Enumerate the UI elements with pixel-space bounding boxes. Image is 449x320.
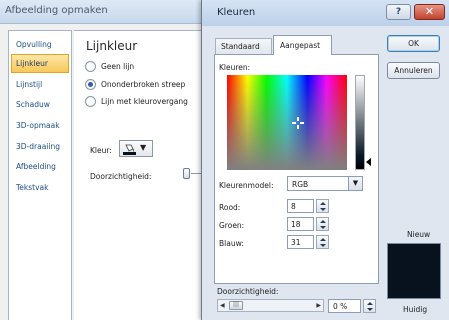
category-nav: Opvulling Lijnkleur Lijnstijl Schaduw 3D… [8, 30, 72, 320]
down-arrow-icon[interactable] [320, 208, 326, 211]
nav-item-tekstvak[interactable]: Tekstvak [11, 178, 69, 197]
down-arrow-icon[interactable] [320, 226, 326, 229]
nav-item-lijnkleur[interactable]: Lijnkleur [11, 54, 69, 73]
radio-geen-lijn-label[interactable]: Geen lijn [101, 62, 134, 71]
transparency-label: Doorzichtigheid: [90, 172, 152, 181]
radio-lijn-met-kleurovergang[interactable] [85, 96, 96, 107]
transparency-input[interactable]: 0 % [328, 299, 361, 313]
crosshair-icon [292, 117, 304, 129]
grip-icon: ||| [233, 301, 240, 308]
scroll-left-icon[interactable]: ◀ [220, 302, 225, 309]
luminance-slider[interactable] [355, 75, 365, 170]
nav-item-opvulling[interactable]: Opvulling [11, 35, 69, 54]
close-button[interactable]: ✕ [414, 4, 445, 20]
nav-item-lijnstijl[interactable]: Lijnstijl [11, 75, 69, 94]
slider-thumb[interactable]: ||| [229, 301, 243, 310]
down-arrow-icon[interactable] [320, 244, 326, 247]
help-button[interactable]: ? [386, 4, 411, 20]
up-arrow-icon[interactable] [367, 302, 373, 305]
nav-item-3d-opmaak[interactable]: 3D-opmaak [11, 116, 69, 135]
format-picture-title-bar: Afbeelding opmaken [0, 0, 215, 24]
blue-stepper[interactable] [316, 235, 329, 249]
green-label: Groen: [219, 221, 245, 230]
luminance-pointer-icon[interactable] [366, 158, 371, 166]
color-preview-swatch [387, 243, 441, 299]
nav-item-3d-draaiing[interactable]: 3D-draaiing [11, 137, 69, 156]
up-arrow-icon[interactable] [320, 202, 326, 205]
colors-title: Kleuren [217, 7, 256, 18]
nav-item-schaduw[interactable]: Schaduw [11, 95, 69, 114]
chevron-down-icon: ▼ [140, 143, 147, 152]
panel-heading: Lijnkleur [86, 39, 138, 53]
transparency-slider[interactable]: ◀ ||| ▶ [217, 299, 324, 312]
transparency-slider-thumb[interactable] [183, 168, 190, 179]
paint-bucket-icon [123, 144, 136, 155]
up-arrow-icon[interactable] [320, 220, 326, 223]
blue-label: Blauw: [219, 239, 244, 248]
color-model-select[interactable]: RGB ▼ [287, 176, 363, 191]
ok-button[interactable]: OK [387, 35, 440, 52]
transparency-label: Doorzichtigheid: [217, 287, 279, 296]
green-input[interactable]: 18 [287, 217, 314, 231]
cancel-button[interactable]: Annuleren [387, 62, 440, 79]
custom-color-panel: Kleuren: Kleurenmodel: RGB ▼ Rood: 8 Gro… [214, 54, 379, 284]
line-color-panel: Lijnkleur Geen lijn Ononderbroken streep… [74, 30, 215, 320]
color-model-label: Kleurenmodel: [219, 181, 274, 190]
down-arrow-icon[interactable] [367, 308, 373, 311]
current-color-label: Huidig [403, 305, 428, 314]
colors-title-bar: Kleuren ? ✕ [202, 0, 449, 26]
red-stepper[interactable] [316, 199, 329, 213]
transparency-stepper[interactable] [363, 299, 376, 313]
tab-aangepast[interactable]: Aangepast [273, 35, 332, 55]
new-color-label: Nieuw [407, 230, 431, 239]
radio-ononderbroken-streep-label[interactable]: Ononderbroken streep [101, 80, 185, 89]
color-spectrum[interactable] [227, 75, 347, 170]
format-picture-dialog: Afbeelding opmaken Opvulling Lijnkleur L… [0, 0, 215, 320]
chevron-down-icon[interactable]: ▼ [348, 177, 362, 190]
color-label: Kleur: [90, 146, 112, 155]
colors-dialog: Kleuren ? ✕ Standaard Aangepast Kleuren:… [201, 0, 449, 320]
blue-input[interactable]: 31 [287, 235, 314, 249]
up-arrow-icon[interactable] [320, 238, 326, 241]
radio-geen-lijn[interactable] [85, 61, 96, 72]
colors-label: Kleuren: [219, 63, 251, 72]
red-input[interactable]: 8 [287, 199, 314, 213]
format-picture-title: Afbeelding opmaken [5, 5, 108, 16]
radio-ononderbroken-streep[interactable] [85, 79, 96, 90]
color-model-value: RGB [292, 180, 309, 189]
scroll-right-icon[interactable]: ▶ [316, 302, 321, 309]
red-label: Rood: [219, 203, 241, 212]
color-picker-button[interactable]: ▼ [119, 140, 153, 157]
green-stepper[interactable] [316, 217, 329, 231]
radio-lijn-met-kleurovergang-label[interactable]: Lijn met kleurovergang [101, 97, 188, 106]
tab-standaard[interactable]: Standaard [215, 38, 272, 54]
nav-item-afbeelding[interactable]: Afbeelding [11, 157, 69, 176]
